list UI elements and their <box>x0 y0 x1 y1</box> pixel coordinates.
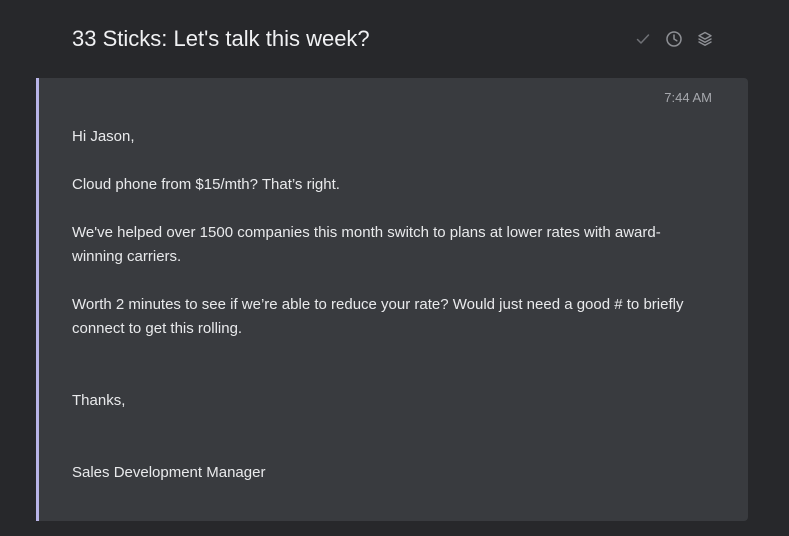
email-subject: 33 Sticks: Let's talk this week? <box>72 26 370 51</box>
message-paragraph-2: We've helped over 1500 companies this mo… <box>72 224 661 265</box>
thread-actions <box>632 27 716 51</box>
layers-icon <box>698 31 712 46</box>
mark-done-button[interactable] <box>632 28 654 50</box>
message-greeting: Hi Jason, <box>72 128 135 145</box>
clock-icon <box>666 31 682 47</box>
message-accent-bar <box>36 78 39 521</box>
message-body: Hi Jason, Cloud phone from $15/mth? That… <box>72 125 692 485</box>
remind-me-button[interactable] <box>663 28 685 50</box>
message-paragraph-1: Cloud phone from $15/mth? That’s right. <box>72 176 340 193</box>
message-signature: Sales Development Manager <box>72 464 266 481</box>
thread-header: 33 Sticks: Let's talk this week? <box>0 0 789 78</box>
move-button[interactable] <box>694 28 716 50</box>
message-timestamp: 7:44 AM <box>664 90 712 105</box>
check-icon <box>636 34 650 44</box>
message-paragraph-3: Worth 2 minutes to see if we’re able to … <box>72 296 684 337</box>
message-signoff: Thanks, <box>72 392 126 409</box>
message-card: 7:44 AM Hi Jason, Cloud phone from $15/m… <box>36 78 748 521</box>
